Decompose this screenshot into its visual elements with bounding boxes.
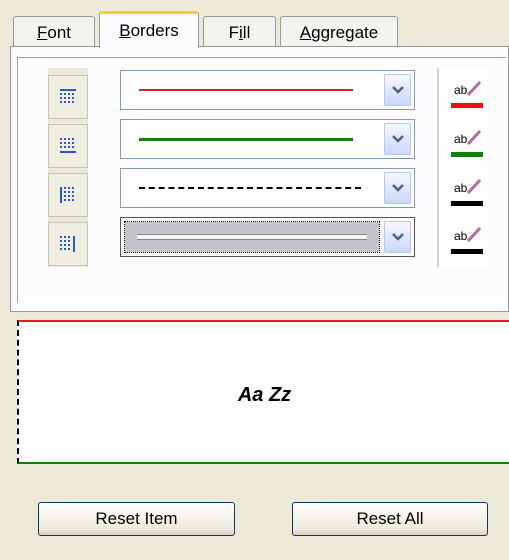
- tab-aggregate-label: Aggregate: [299, 22, 379, 42]
- border-top-button[interactable]: [48, 75, 88, 119]
- chevron-down-icon: [391, 135, 404, 143]
- line-preview-solid-red: [139, 89, 353, 91]
- tab-borders-label: Borders: [119, 21, 179, 40]
- chevron-down-icon: [391, 233, 404, 241]
- preview-text: Aa Zz: [237, 384, 292, 406]
- line-preview-solid-green: [139, 138, 353, 141]
- dropdown-button[interactable]: [384, 221, 411, 253]
- reset-all-button[interactable]: Reset All: [292, 502, 488, 536]
- border-right-icon: [60, 236, 75, 252]
- svg-text:ab: ab: [454, 229, 468, 243]
- bottom-border-color-button[interactable]: ab: [449, 121, 485, 163]
- bottom-line-style-combo[interactable]: [120, 119, 415, 159]
- border-bottom-button[interactable]: [48, 124, 88, 168]
- svg-text:ab: ab: [454, 181, 468, 195]
- svg-text:ab: ab: [454, 132, 468, 146]
- tab-fill[interactable]: Fill: [203, 16, 276, 48]
- border-left-button[interactable]: [48, 173, 88, 217]
- color-swatch: [451, 248, 483, 254]
- tab-aggregate[interactable]: Aggregate: [280, 16, 398, 48]
- border-top-icon: [60, 89, 76, 103]
- right-line-style-combo[interactable]: [120, 217, 415, 257]
- top-border-color-button[interactable]: ab: [449, 72, 485, 114]
- svg-text:ab: ab: [454, 83, 468, 97]
- chevron-down-icon: [391, 86, 404, 94]
- line-preview-dashed-black: [139, 187, 361, 189]
- tab-fill-label: Fill: [228, 22, 251, 42]
- dropdown-button[interactable]: [384, 74, 411, 106]
- color-pen-icon: ab: [454, 178, 482, 195]
- border-bottom-icon: [60, 138, 76, 153]
- border-left-icon: [60, 187, 74, 203]
- color-pen-icon: ab: [454, 226, 482, 243]
- dropdown-button[interactable]: [384, 172, 411, 204]
- color-swatch: [451, 200, 483, 206]
- top-line-style-combo[interactable]: [120, 70, 415, 110]
- left-border-color-button[interactable]: ab: [449, 170, 485, 212]
- border-right-button[interactable]: [48, 222, 88, 266]
- left-line-style-combo[interactable]: [120, 168, 415, 208]
- color-swatch: [451, 151, 483, 157]
- selected-line-style: [124, 221, 380, 253]
- chevron-down-icon: [391, 184, 404, 192]
- reset-item-button[interactable]: Reset Item: [38, 502, 235, 536]
- border-preview: Aa Zz: [17, 320, 509, 464]
- tab-font-label: Font: [36, 22, 72, 42]
- tab-font[interactable]: Font: [13, 16, 95, 48]
- color-pen-icon: ab: [454, 129, 482, 146]
- dropdown-button[interactable]: [384, 123, 411, 155]
- color-swatch: [451, 102, 483, 108]
- color-pen-icon: ab: [454, 80, 482, 97]
- tab-borders[interactable]: Borders: [99, 11, 199, 48]
- right-border-color-button[interactable]: ab: [449, 218, 485, 260]
